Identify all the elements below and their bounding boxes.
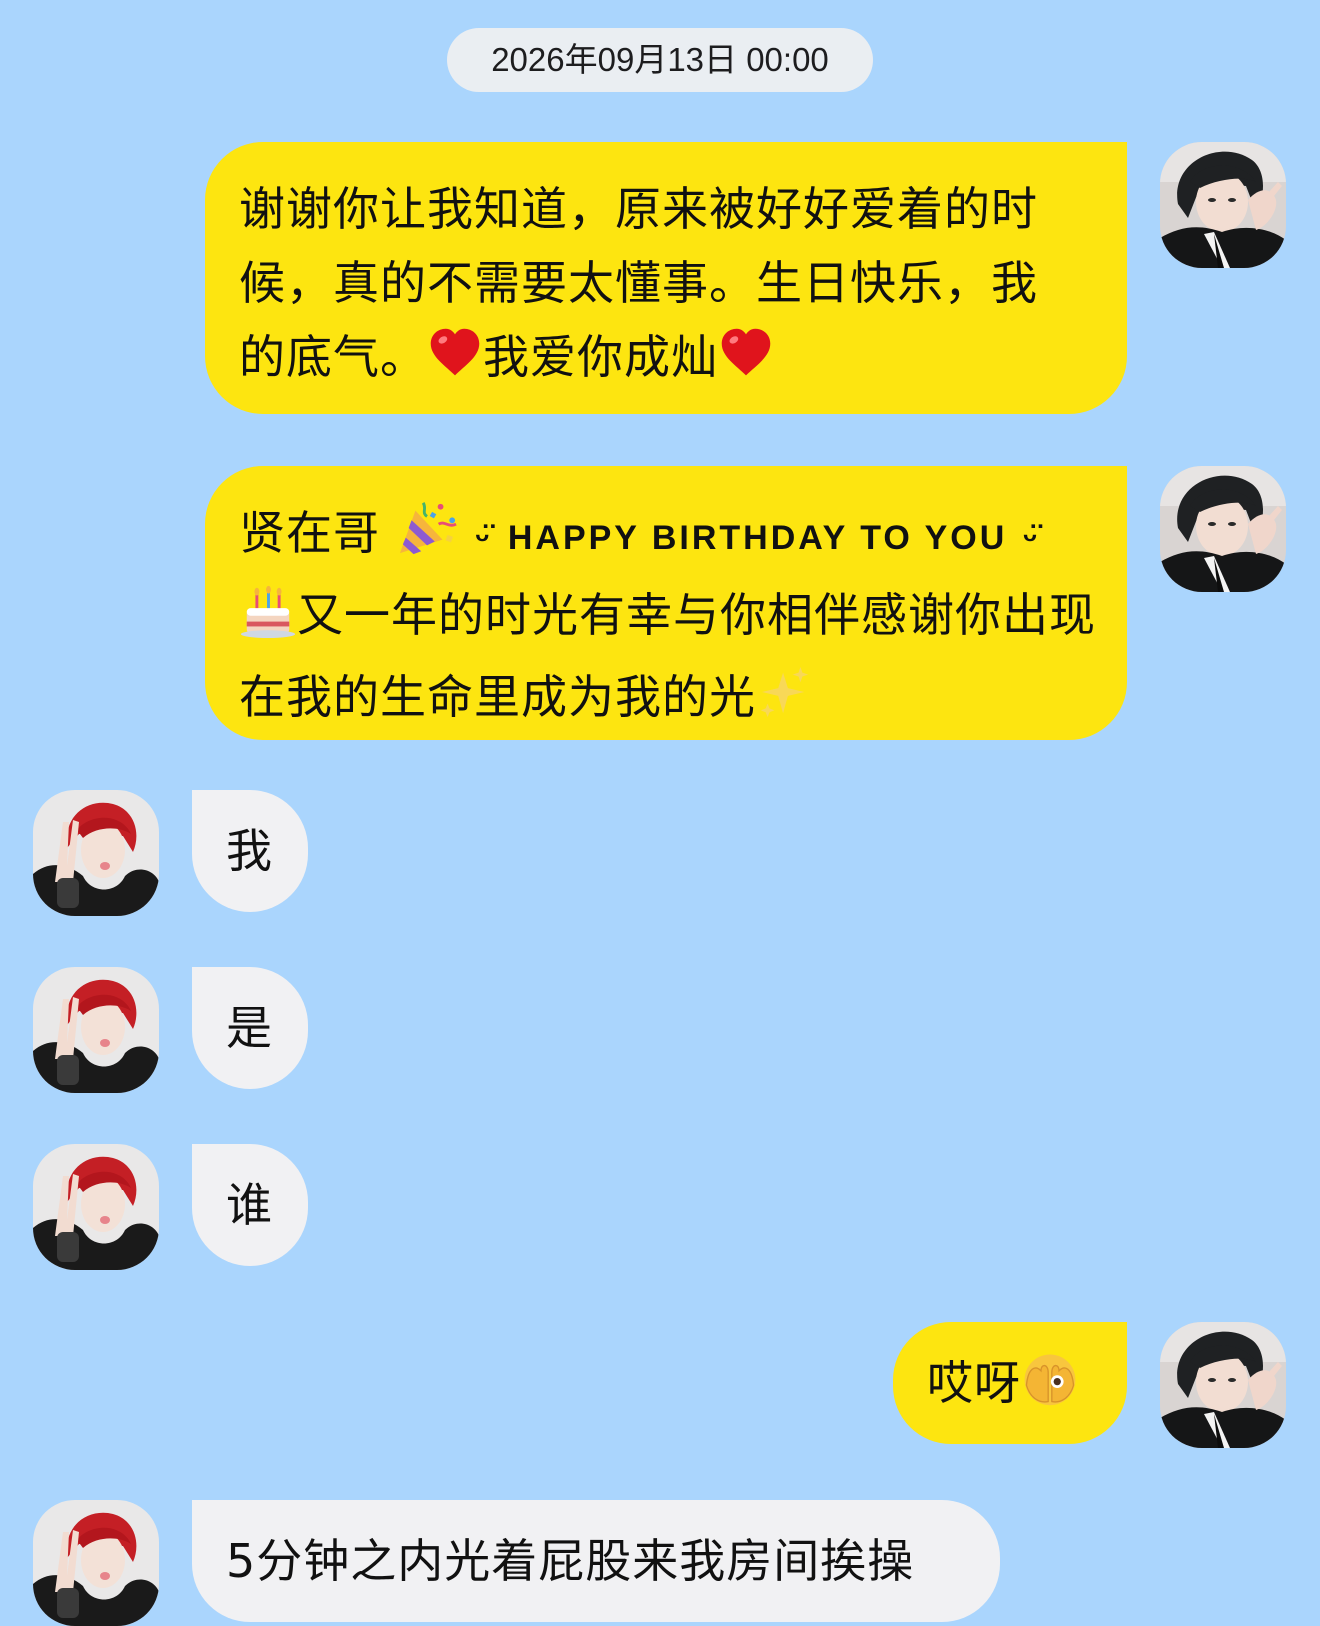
chat-timestamp: 2026年09月13日 00:00 [447,28,873,92]
sparkles-emoji-icon [756,663,814,742]
my-avatar[interactable] [1160,142,1286,268]
message-bubble[interactable]: 我 [192,790,308,912]
party-popper-emoji-icon [396,499,460,578]
message-text: HAPPY BIRTHDAY TO YOU [507,519,1008,557]
contact-avatar[interactable] [33,1500,159,1626]
message-bubble[interactable]: 谁 [192,1144,308,1266]
message-text: 贤在哥 [239,506,380,560]
message-text: 谁 [226,1178,273,1232]
heart-emoji-icon [427,325,483,402]
message-text: 5分钟之内光着屁股来我房间挨操 [226,1534,915,1588]
contact-avatar[interactable] [33,790,159,916]
smile-mark: ᵕ̈ [475,519,493,557]
message-text: 哎呀 [927,1356,1021,1410]
message-bubble[interactable]: 5分钟之内光着屁股来我房间挨操 [192,1500,1000,1622]
message-text: 我爱你成灿 [483,330,718,384]
message-bubble[interactable]: 谢谢你让我知道，原来被好好爱着的时候，真的不需要太懂事。生日快乐，我的底气。 我爱… [205,142,1127,414]
message-text: 是 [226,1001,273,1055]
message-text: 又一年的时光有幸与你相伴感谢你出现在我的生命里成为我的光 [239,588,1096,724]
my-avatar[interactable] [1160,1322,1286,1448]
peeking-eye-emoji-icon [1021,1349,1079,1428]
birthday-cake-emoji-icon [239,581,297,660]
my-avatar[interactable] [1160,466,1286,592]
heart-emoji-icon [718,325,774,402]
message-bubble[interactable]: 贤在哥 ᵕ̈ HAPPY BIRTHDAY TO YOU ᵕ̈ 又一年的时光有幸与… [205,466,1127,740]
message-bubble[interactable]: 哎呀 [893,1322,1127,1444]
message-bubble[interactable]: 是 [192,967,308,1089]
smile-mark: ᵕ̈ [1022,519,1040,557]
contact-avatar[interactable] [33,1144,159,1270]
message-text: 我 [226,824,273,878]
contact-avatar[interactable] [33,967,159,1093]
